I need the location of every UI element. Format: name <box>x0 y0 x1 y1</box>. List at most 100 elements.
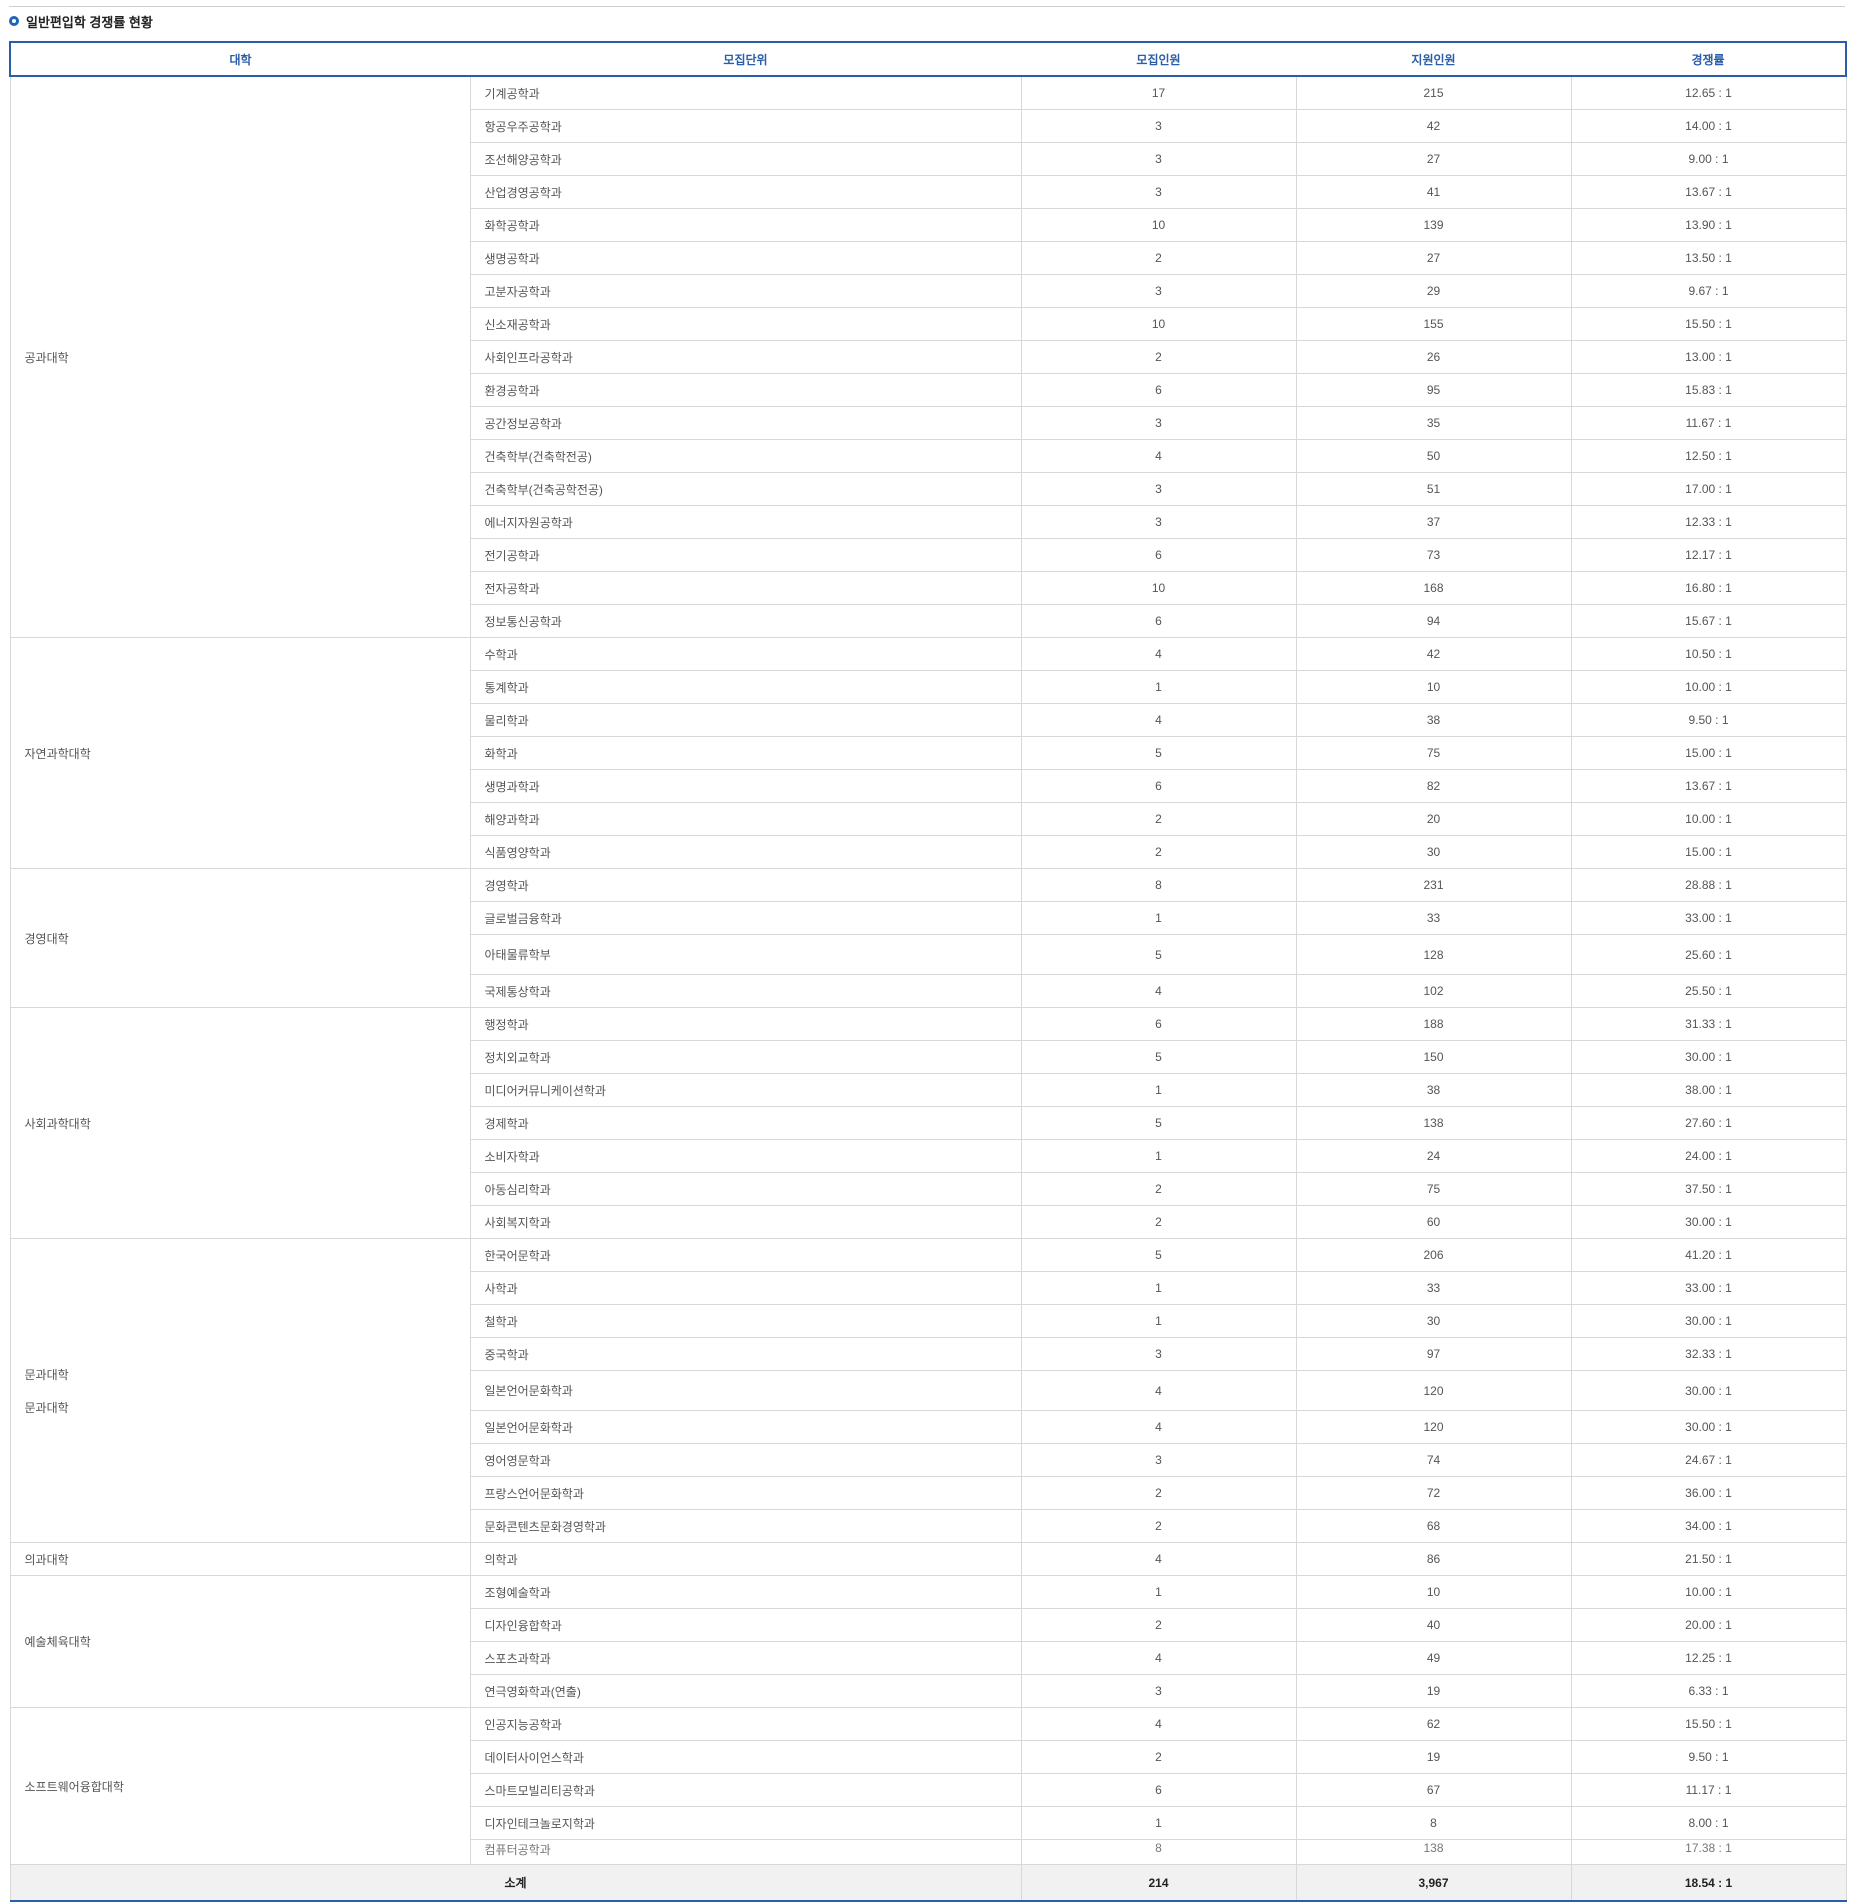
competition-rate: 30.00 : 1 <box>1571 1040 1847 1074</box>
college-name-repeat: 문과대학 <box>24 1400 69 1415</box>
recruit-count: 4 <box>1021 703 1297 737</box>
recruit-count: 3 <box>1021 472 1297 506</box>
section-title: 일반편입학 경쟁률 현황 <box>9 7 1845 35</box>
competition-rate: 31.33 : 1 <box>1571 1007 1847 1041</box>
recruit-count: 6 <box>1021 1773 1297 1807</box>
applicant-count: 30 <box>1296 835 1572 869</box>
unit-name: 식품영양학과 <box>469 835 1022 869</box>
unit-name: 문화콘텐츠문화경영학과 <box>469 1509 1022 1543</box>
competition-rate: 6.33 : 1 <box>1571 1674 1847 1708</box>
recruit-count: 5 <box>1021 1040 1297 1074</box>
recruit-count: 3 <box>1021 505 1297 539</box>
unit-name: 아동심리학과 <box>469 1172 1022 1206</box>
recruit-count: 4 <box>1021 1542 1297 1576</box>
competition-rate: 10.00 : 1 <box>1571 670 1847 704</box>
competition-rate: 17.38 : 1 <box>1571 1839 1847 1865</box>
unit-name: 중국학과 <box>469 1337 1022 1371</box>
competition-rate: 10.00 : 1 <box>1571 802 1847 836</box>
unit-name: 해양과학과 <box>469 802 1022 836</box>
recruit-count: 6 <box>1021 604 1297 638</box>
unit-name: 연극영화학과(연출) <box>469 1674 1022 1708</box>
column-header: 모집인원 <box>1021 41 1296 77</box>
applicant-count: 10 <box>1296 670 1572 704</box>
applicant-count: 206 <box>1296 1238 1572 1272</box>
competition-rate: 38.00 : 1 <box>1571 1073 1847 1107</box>
recruit-count: 10 <box>1021 307 1297 341</box>
applicant-count: 231 <box>1296 868 1572 902</box>
table-row: 경영대학 경영학과 8 231 28.88 : 1 <box>9 868 1847 1008</box>
total-rate: 18.54 : 1 <box>1571 1864 1847 1902</box>
unit-name: 에너지자원공학과 <box>469 505 1022 539</box>
applicant-count: 86 <box>1296 1542 1572 1576</box>
table-row: 문과대학 문과대학 한국어문학과 5 206 41.20 : 1 <box>9 1238 1847 1543</box>
college-name: 예술체육대학 <box>24 1635 91 1649</box>
recruit-count: 3 <box>1021 1443 1297 1477</box>
competition-rate: 12.33 : 1 <box>1571 505 1847 539</box>
competition-rate: 27.60 : 1 <box>1571 1106 1847 1140</box>
unit-name: 일본언어문화학과 <box>469 1410 1022 1444</box>
recruit-count: 6 <box>1021 1007 1297 1041</box>
competition-rate: 13.50 : 1 <box>1571 241 1847 275</box>
unit-name: 건축학부(건축공학전공) <box>469 472 1022 506</box>
recruit-count: 10 <box>1021 571 1297 605</box>
unit-name: 생명과학과 <box>469 769 1022 803</box>
competition-rate: 15.83 : 1 <box>1571 373 1847 407</box>
recruit-count: 5 <box>1021 934 1297 975</box>
applicant-count: 215 <box>1296 76 1572 110</box>
recruit-count: 6 <box>1021 538 1297 572</box>
applicant-count: 33 <box>1296 901 1572 935</box>
recruit-count: 4 <box>1021 1707 1297 1741</box>
top-divider <box>9 0 1845 7</box>
unit-name: 소비자학과 <box>469 1139 1022 1173</box>
applicant-count: 138 <box>1296 1839 1572 1865</box>
applicant-count: 102 <box>1296 974 1572 1008</box>
applicant-count: 120 <box>1296 1370 1572 1411</box>
applicant-count: 42 <box>1296 637 1572 671</box>
recruit-count: 8 <box>1021 868 1297 902</box>
unit-name: 디자인융합학과 <box>469 1608 1022 1642</box>
unit-name: 항공우주공학과 <box>469 109 1022 143</box>
competition-rate: 30.00 : 1 <box>1571 1370 1847 1411</box>
recruit-count: 4 <box>1021 1410 1297 1444</box>
competition-rate: 9.50 : 1 <box>1571 703 1847 737</box>
college-name: 사회과학대학 <box>24 1116 91 1131</box>
competition-rate: 36.00 : 1 <box>1571 1476 1847 1510</box>
competition-rate: 17.00 : 1 <box>1571 472 1847 506</box>
table-row: 의과대학 의학과 4 86 21.50 : 1 <box>9 1542 1847 1576</box>
recruit-count: 4 <box>1021 1370 1297 1411</box>
unit-name: 사회인프라공학과 <box>469 340 1022 374</box>
unit-name: 일본언어문화학과 <box>469 1370 1022 1411</box>
applicant-count: 62 <box>1296 1707 1572 1741</box>
college-cell: 공과대학 <box>9 76 471 638</box>
recruit-count: 5 <box>1021 1238 1297 1272</box>
college-name: 공과대학 <box>24 350 69 365</box>
unit-name: 기계공학과 <box>470 76 1022 110</box>
applicant-count: 38 <box>1296 703 1572 737</box>
competition-rate: 28.88 : 1 <box>1571 868 1847 902</box>
competition-rate-table: 대학 모집단위 모집인원 지원인원 경쟁률 공과대학 기계공학과 17 215 12.6… <box>9 41 1847 1902</box>
unit-name: 의학과 <box>470 1542 1022 1576</box>
college-cell: 의과대학 <box>9 1542 471 1576</box>
competition-rate: 15.50 : 1 <box>1571 307 1847 341</box>
recruit-count: 2 <box>1021 802 1297 836</box>
unit-name: 화학공학과 <box>469 208 1022 242</box>
competition-rate: 8.00 : 1 <box>1571 1806 1847 1840</box>
unit-name: 전기공학과 <box>469 538 1022 572</box>
recruit-count: 1 <box>1021 1073 1297 1107</box>
unit-name: 스마트모빌리티공학과 <box>469 1773 1022 1807</box>
competition-rate: 34.00 : 1 <box>1571 1509 1847 1543</box>
applicant-count: 138 <box>1296 1106 1572 1140</box>
applicant-count: 19 <box>1296 1674 1572 1708</box>
applicant-count: 60 <box>1296 1205 1572 1239</box>
unit-name: 전자공학과 <box>469 571 1022 605</box>
recruit-count: 17 <box>1021 76 1297 110</box>
competition-rate: 13.67 : 1 <box>1571 769 1847 803</box>
unit-name: 수학과 <box>470 637 1022 671</box>
recruit-count: 2 <box>1021 1509 1297 1543</box>
recruit-count: 6 <box>1021 769 1297 803</box>
unit-name: 건축학부(건축학전공) <box>469 439 1022 473</box>
competition-rate: 21.50 : 1 <box>1571 1542 1847 1576</box>
applicant-count: 67 <box>1296 1773 1572 1807</box>
competition-rate: 12.65 : 1 <box>1571 76 1847 110</box>
applicant-count: 82 <box>1296 769 1572 803</box>
